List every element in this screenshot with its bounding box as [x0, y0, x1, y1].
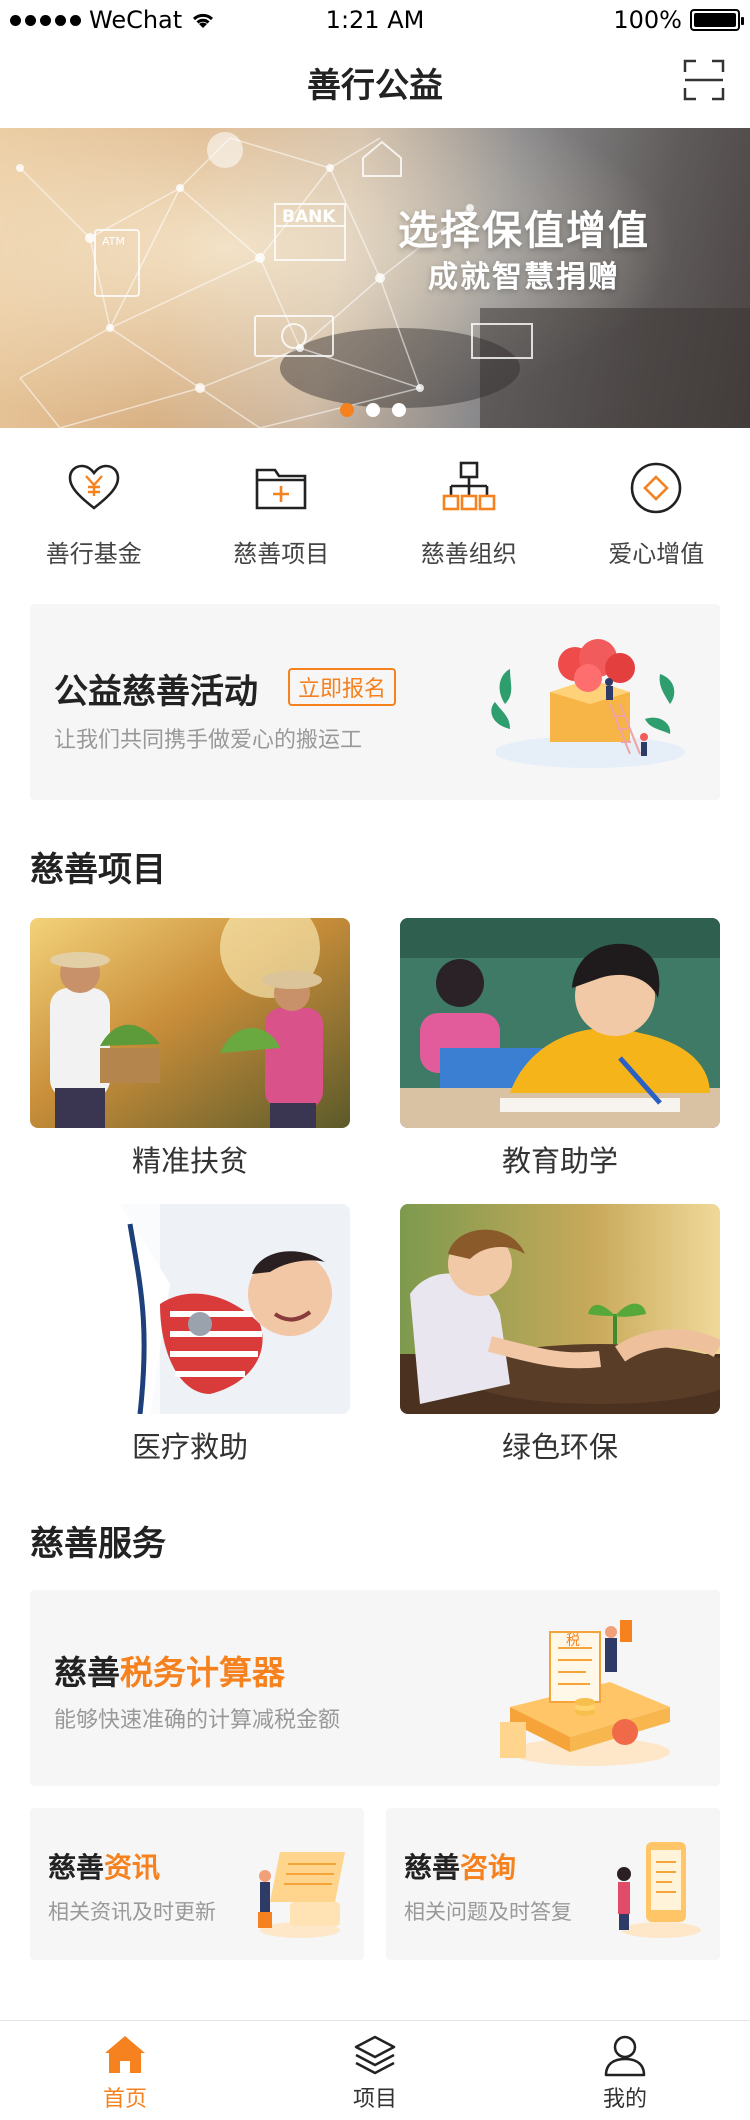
quick-nav: 善行基金 慈善项目 慈善组织 爱心增值: [0, 460, 750, 570]
register-now-badge[interactable]: 立即报名: [288, 668, 397, 706]
tab-bar: 首页 项目 我的: [0, 2020, 750, 2120]
tax-calculator-title: 慈善税务计算器: [54, 1646, 285, 1694]
consult-desc: 相关问题及时答复: [404, 1900, 572, 1924]
tax-calculator-prefix: 慈善: [54, 1653, 120, 1692]
tax-calculator-card[interactable]: 慈善税务计算器 能够快速准确的计算减税金额 税: [30, 1590, 720, 1786]
quick-nav-label: 善行基金: [45, 540, 142, 568]
activity-promo-card[interactable]: 公益慈善活动 立即报名 让我们共同携手做爱心的搬运工: [30, 604, 720, 800]
battery-icon: [690, 9, 744, 31]
quick-nav-fund[interactable]: 善行基金: [0, 460, 188, 570]
consult-prefix: 慈善: [404, 1851, 461, 1884]
charity-box-illustration: [491, 639, 685, 768]
user-icon: [604, 2035, 646, 2077]
banner-subtitle: 成就智慧捐赠: [428, 260, 620, 295]
home-icon: [105, 2036, 145, 2073]
quick-nav-growth[interactable]: 爱心增值: [563, 460, 750, 570]
status-bar: WeChat 1:21 AM 100%: [0, 0, 750, 40]
carousel-dot[interactable]: [340, 403, 354, 417]
projects-section-title: 慈善项目: [30, 850, 166, 890]
banner-network-illustration: BANK ATM: [0, 128, 750, 428]
services-section-title: 慈善服务: [30, 1524, 166, 1564]
carousel-dot[interactable]: [392, 403, 406, 417]
promo-title: 公益慈善活动: [54, 672, 258, 712]
battery-fill: [694, 13, 736, 27]
banner-carousel[interactable]: BANK ATM 选择保值增值 成就智慧捐赠: [0, 128, 750, 428]
battery-label: 100%: [613, 6, 682, 34]
battery-group: 100%: [613, 6, 744, 34]
project-label: 医疗救助: [131, 1430, 248, 1464]
layers-icon: [354, 2035, 396, 2075]
tax-badge: 税: [566, 1633, 580, 1649]
quick-nav-projects[interactable]: 慈善项目: [188, 460, 376, 570]
news-prefix: 慈善: [48, 1851, 105, 1884]
tab-home[interactable]: 首页: [0, 2021, 250, 2120]
tax-calculator-illustration: 税: [500, 1620, 670, 1766]
project-card-medical[interactable]: 医疗救助: [30, 1204, 350, 1466]
education-photo: [400, 918, 720, 1128]
quick-nav-label: 慈善项目: [233, 540, 330, 568]
consult-title: 慈善咨询: [404, 1846, 516, 1886]
tax-calculator-desc: 能够快速准确的计算减税金额: [54, 1708, 341, 1733]
consult-illustration: [617, 1842, 701, 1938]
consult-highlight: 咨询: [460, 1851, 517, 1884]
org-chart-icon: [442, 461, 496, 511]
project-card-education[interactable]: 教育助学: [400, 918, 720, 1180]
tab-projects[interactable]: 项目: [250, 2021, 500, 2120]
project-card-environment[interactable]: 绿色环保: [400, 1204, 720, 1466]
quick-nav-label: 慈善组织: [420, 540, 517, 568]
heart-yen-icon: [68, 464, 120, 510]
scan-icon[interactable]: [682, 58, 726, 102]
tab-label: 我的: [602, 2087, 647, 2112]
medical-photo: [30, 1204, 350, 1414]
tax-calculator-highlight: 税务计算器: [120, 1653, 285, 1692]
news-illustration: [258, 1852, 345, 1938]
promo-description: 让我们共同携手做爱心的搬运工: [54, 728, 363, 753]
environment-photo: [400, 1204, 720, 1414]
tab-label: 项目: [352, 2087, 397, 2112]
news-highlight: 资讯: [104, 1851, 161, 1884]
poverty-photo: [30, 918, 350, 1128]
banner-title: 选择保值增值: [398, 207, 650, 254]
nav-bar: 善行公益: [0, 40, 750, 128]
carousel-indicator[interactable]: [340, 403, 406, 417]
charity-news-card[interactable]: 慈善资讯 相关资讯及时更新: [30, 1808, 364, 1960]
bank-sign: BANK: [282, 207, 336, 227]
project-card-poverty[interactable]: 精准扶贫: [30, 918, 350, 1180]
page-title: 善行公益: [307, 66, 443, 106]
diamond-coin-icon: [630, 462, 682, 514]
project-label: 教育助学: [501, 1144, 618, 1178]
project-label: 精准扶贫: [131, 1144, 248, 1178]
charity-consult-card[interactable]: 慈善咨询 相关问题及时答复: [386, 1808, 720, 1960]
quick-nav-label: 爱心增值: [608, 540, 705, 568]
folder-plus-icon: [255, 468, 307, 510]
tab-label: 首页: [102, 2087, 147, 2112]
atm-sign: ATM: [102, 235, 125, 248]
news-title: 慈善资讯: [48, 1846, 160, 1886]
carousel-dot[interactable]: [366, 403, 380, 417]
quick-nav-orgs[interactable]: 慈善组织: [375, 460, 563, 570]
news-desc: 相关资讯及时更新: [48, 1900, 216, 1924]
project-label: 绿色环保: [501, 1430, 618, 1464]
tab-mine[interactable]: 我的: [500, 2021, 750, 2120]
